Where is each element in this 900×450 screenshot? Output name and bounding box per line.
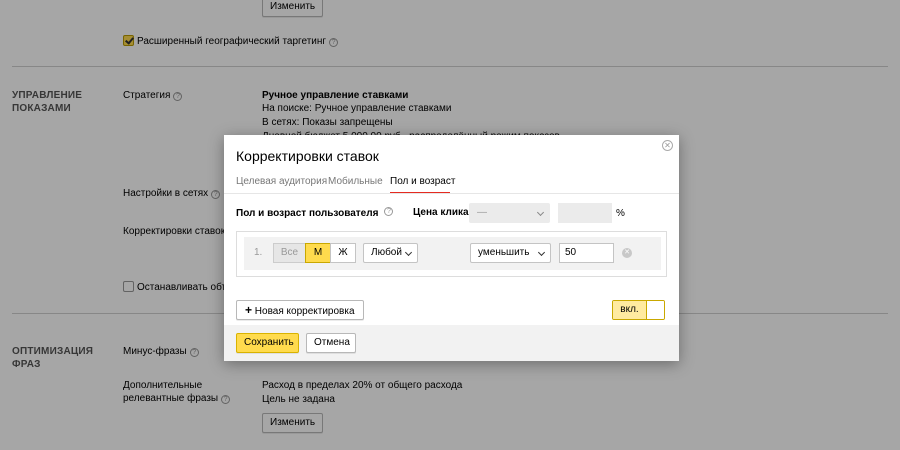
action-select-value: уменьшить	[478, 247, 530, 258]
remove-row-icon[interactable]: ✕	[622, 248, 632, 258]
adjustment-row-box: 1. Все М Ж Любой уменьшить 50 ✕	[236, 231, 667, 277]
plus-icon: +	[245, 303, 253, 317]
close-icon[interactable]: ✕	[662, 140, 673, 151]
tab-target-audience[interactable]: Целевая аудитория	[236, 176, 327, 187]
percent-sign: %	[616, 208, 625, 219]
tabs-divider	[224, 193, 679, 194]
cancel-button[interactable]: Отмена	[306, 333, 356, 353]
adjustment-row: 1. Все М Ж Любой уменьшить 50 ✕	[244, 237, 661, 270]
gender-male-button[interactable]: М	[305, 243, 331, 263]
chevron-down-icon	[537, 248, 546, 257]
modal-title: Корректировки ставок	[236, 148, 379, 164]
click-price-select: —	[469, 203, 550, 223]
gender-female-button[interactable]: Ж	[330, 243, 356, 263]
adjustment-value-input[interactable]: 50	[559, 243, 614, 263]
new-adjustment-button[interactable]: + Новая корректировка	[236, 300, 364, 320]
age-select[interactable]: Любой	[363, 243, 418, 263]
age-select-value: Любой	[371, 247, 402, 258]
toggle-label: вкл.	[613, 301, 646, 319]
save-button[interactable]: Сохранить	[236, 333, 299, 353]
tab-gender-age[interactable]: Пол и возраст	[390, 176, 455, 187]
toggle-knob	[646, 301, 664, 319]
click-price-input	[558, 203, 612, 223]
tab-mobile[interactable]: Мобильные	[328, 176, 383, 187]
modal-footer: Сохранить Отмена	[224, 325, 679, 361]
help-icon[interactable]: ?	[384, 207, 394, 216]
gender-all-button[interactable]: Все	[273, 243, 306, 263]
action-select[interactable]: уменьшить	[470, 243, 551, 263]
click-price-select-value: —	[477, 207, 487, 218]
chevron-down-icon	[536, 208, 545, 217]
enable-toggle[interactable]: вкл.	[612, 300, 665, 320]
user-gender-age-label: Пол и возраст пользователя?	[236, 207, 394, 219]
chevron-down-icon	[404, 248, 413, 257]
new-adjustment-label: Новая корректировка	[254, 306, 355, 317]
click-price-label: Цена клика	[413, 207, 469, 218]
row-index: 1.	[254, 247, 263, 258]
bid-adjustments-modal: Корректировки ставок ✕ Целевая аудитория…	[224, 135, 679, 361]
user-gender-age-text: Пол и возраст пользователя	[236, 208, 379, 219]
